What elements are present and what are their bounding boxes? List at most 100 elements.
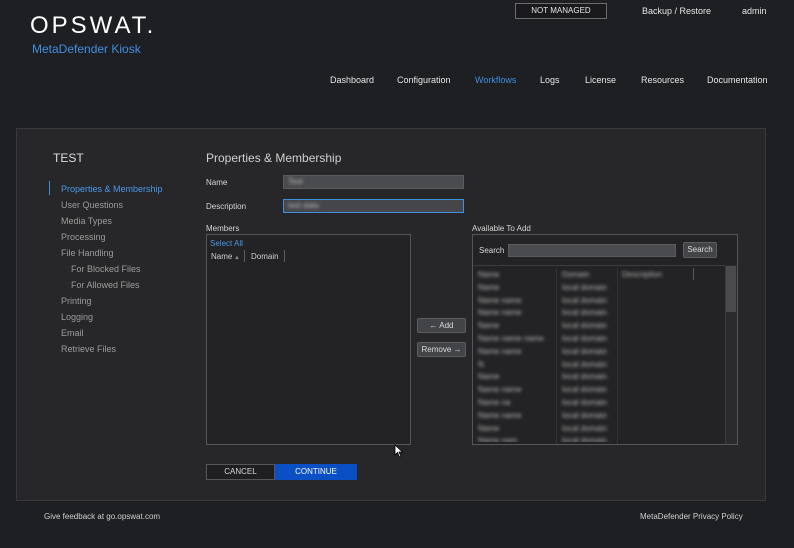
row-description: Description — [622, 270, 663, 279]
column-divider — [244, 250, 245, 262]
members-col-domain[interactable]: Domain — [251, 252, 279, 261]
available-row[interactable]: Name name local domain — [476, 411, 724, 423]
available-row[interactable]: Name local domain — [476, 372, 724, 384]
row-name: Name — [478, 270, 500, 279]
available-rows: Name Domain Description Name local domain Nam… — [476, 270, 724, 442]
available-row[interactable]: Name name local domain — [476, 347, 724, 359]
nav-workflows[interactable]: Workflows — [475, 75, 516, 85]
user-menu[interactable]: admin — [742, 6, 767, 16]
row-domain: local domain — [562, 308, 607, 318]
column-divider — [284, 250, 285, 262]
sidebar-item-printing[interactable]: Printing — [61, 296, 92, 306]
sidebar-item-user-questions[interactable]: User Questions — [61, 200, 123, 210]
row-domain: local domain — [562, 321, 607, 331]
row-name: Name name — [478, 346, 522, 356]
opswat-logo: OPSWAT. — [30, 12, 157, 39]
mouse-cursor-icon — [394, 444, 404, 458]
sidebar-item-email[interactable]: Email — [61, 328, 84, 338]
sidebar-item-processing[interactable]: Processing — [61, 232, 106, 242]
row-domain: local domain — [562, 282, 607, 292]
available-row[interactable]: Name Domain Description — [476, 270, 724, 282]
members-col-name-label: Name — [211, 252, 233, 261]
available-row[interactable]: Name local domain — [476, 424, 724, 436]
description-input[interactable]: test data — [283, 199, 464, 213]
sidebar-item-retrieve-files[interactable]: Retrieve Files — [61, 344, 116, 354]
select-all-link[interactable]: Select All — [210, 239, 243, 248]
members-label: Members — [206, 224, 240, 233]
feedback-link[interactable]: Give feedback at go.opswat.com — [44, 512, 160, 521]
row-domain: Domain — [562, 270, 590, 279]
name-label: Name — [206, 178, 228, 187]
active-indicator — [49, 181, 50, 195]
sidebar-item-logging[interactable]: Logging — [61, 312, 93, 322]
continue-button[interactable]: CONTINUE — [275, 464, 357, 480]
product-name: MetaDefender Kiosk — [32, 42, 141, 56]
name-input[interactable]: Test — [283, 175, 464, 189]
members-col-name[interactable]: Name ▲ — [211, 252, 240, 261]
search-input[interactable] — [508, 244, 676, 257]
cancel-button[interactable]: CANCEL — [206, 464, 275, 480]
column-divider — [617, 268, 618, 444]
available-row[interactable]: Nlocal domain — [476, 360, 724, 372]
members-list[interactable] — [206, 234, 411, 445]
available-row[interactable]: Name name local domain — [476, 308, 724, 320]
sidebar-item-allowed-files[interactable]: For Allowed Files — [71, 280, 140, 290]
nav-logs[interactable]: Logs — [540, 75, 560, 85]
row-name: Name nam — [478, 436, 518, 442]
row-domain: local domain — [562, 359, 607, 369]
privacy-policy-link[interactable]: MetaDefender Privacy Policy — [640, 512, 743, 521]
column-divider — [693, 268, 694, 280]
row-name: N — [478, 359, 484, 369]
row-domain: local domain — [562, 346, 607, 356]
search-button[interactable]: Search — [683, 242, 717, 258]
row-name: Name name — [478, 295, 522, 305]
nav-license[interactable]: License — [585, 75, 616, 85]
row-domain: local domain — [562, 423, 607, 433]
row-domain: local domain — [562, 410, 607, 420]
name-value: Test — [288, 177, 303, 186]
sidebar-item-blocked-files[interactable]: For Blocked Files — [71, 264, 141, 274]
row-domain: local domain — [562, 385, 607, 395]
backup-restore-link[interactable]: Backup / Restore — [642, 6, 711, 16]
row-name: Name name — [478, 410, 522, 420]
available-row[interactable]: Name nam local domain — [476, 436, 724, 442]
row-domain: local domain — [562, 372, 607, 382]
nav-dashboard[interactable]: Dashboard — [330, 75, 374, 85]
available-row[interactable]: Name local domain — [476, 283, 724, 295]
row-name: Name na — [478, 398, 511, 407]
row-domain: local domain — [562, 398, 607, 407]
section-title: Properties & Membership — [206, 151, 342, 165]
row-name: Name name — [478, 308, 522, 318]
add-button[interactable]: ← Add — [417, 318, 466, 333]
nav-resources[interactable]: Resources — [641, 75, 684, 85]
description-label: Description — [206, 202, 247, 211]
sidebar-item-properties[interactable]: Properties & Membership — [61, 184, 163, 194]
sidebar-item-file-handling[interactable]: File Handling — [61, 248, 114, 258]
row-name: Name — [478, 321, 500, 331]
nav-documentation[interactable]: Documentation — [707, 75, 768, 85]
row-domain: local domain — [562, 334, 607, 343]
management-status-badge: NOT MANAGED — [515, 3, 607, 19]
row-name: Name name name — [478, 334, 544, 343]
workflow-title: TEST — [53, 151, 84, 165]
row-domain: local domain — [562, 436, 607, 442]
remove-button[interactable]: Remove → — [417, 342, 466, 357]
search-label: Search — [479, 246, 505, 255]
available-row[interactable]: Name local domain — [476, 321, 724, 333]
description-value: test data — [288, 201, 319, 210]
row-domain: local domain — [562, 295, 607, 305]
nav-configuration[interactable]: Configuration — [397, 75, 451, 85]
available-row[interactable]: Name name local domain — [476, 385, 724, 397]
row-name: Name — [478, 372, 500, 382]
sidebar-item-media-types[interactable]: Media Types — [61, 216, 112, 226]
available-row[interactable]: Name name local domain — [476, 296, 724, 308]
available-label: Available To Add — [472, 224, 531, 233]
row-name: Name name — [478, 385, 522, 395]
available-row[interactable]: Name na local domain — [476, 398, 724, 410]
available-row[interactable]: Name name name local domain — [476, 334, 724, 346]
sort-arrow-icon: ▲ — [232, 255, 240, 261]
column-divider — [556, 268, 557, 444]
row-name: Name — [478, 282, 500, 292]
list-separator — [473, 265, 725, 266]
scrollbar-thumb[interactable] — [726, 266, 736, 312]
